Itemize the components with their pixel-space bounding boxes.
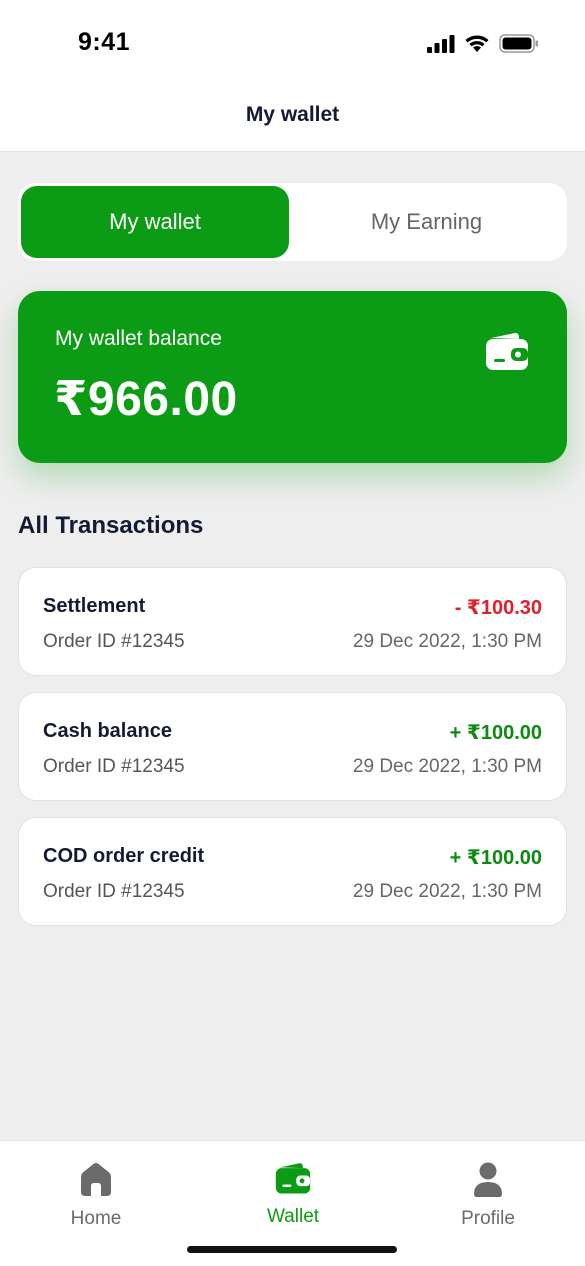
nav-profile-label: Profile <box>461 1208 515 1229</box>
transactions-heading: All Transactions <box>18 512 204 539</box>
balance-amount: ₹966.00 <box>54 373 238 426</box>
transaction-title: COD order credit <box>43 845 205 867</box>
signal-icon <box>427 34 455 53</box>
transaction-amount: + ₹100.00 <box>449 722 542 744</box>
nav-wallet[interactable]: Wallet <box>233 1161 353 1228</box>
nav-home-label: Home <box>70 1208 122 1229</box>
page-title: My wallet <box>245 102 340 126</box>
transaction-date: 29 Dec 2022, 1:30 PM <box>352 881 542 902</box>
wallet-icon <box>275 1163 311 1194</box>
transaction-amount: - ₹100.30 <box>454 597 542 619</box>
transaction-amount: + ₹100.00 <box>449 847 542 869</box>
tab-my-earning[interactable]: My Earning <box>289 186 564 258</box>
page-header: My wallet <box>0 80 585 152</box>
transaction-order-id: Order ID #12345 <box>43 881 185 902</box>
home-icon <box>81 1163 111 1196</box>
transaction-date: 29 Dec 2022, 1:30 PM <box>352 631 542 652</box>
wallet-balance-card: My wallet balance ₹966.00 <box>18 291 567 463</box>
wallet-icon <box>486 332 528 370</box>
transaction-card[interactable]: Settlement - ₹100.30 Order ID #12345 29 … <box>18 567 567 676</box>
transaction-order-id: Order ID #12345 <box>43 756 185 777</box>
nav-wallet-label: Wallet <box>266 1206 320 1227</box>
transaction-title: Cash balance <box>43 720 172 742</box>
transaction-card[interactable]: Cash balance + ₹100.00 Order ID #12345 2… <box>18 692 567 801</box>
transaction-list: Settlement - ₹100.30 Order ID #12345 29 … <box>18 567 567 942</box>
transaction-card[interactable]: COD order credit + ₹100.00 Order ID #123… <box>18 817 567 926</box>
transaction-date: 29 Dec 2022, 1:30 PM <box>352 756 542 777</box>
transaction-order-id: Order ID #12345 <box>43 631 185 652</box>
home-indicator <box>187 1246 397 1253</box>
profile-icon <box>474 1162 502 1197</box>
tab-my-wallet[interactable]: My wallet <box>21 186 289 258</box>
wifi-icon <box>465 35 489 52</box>
balance-label: My wallet balance <box>55 327 222 350</box>
battery-icon <box>499 34 538 53</box>
status-bar: 9:41 <box>0 0 585 80</box>
status-time: 9:41 <box>78 28 131 56</box>
nav-profile[interactable]: Profile <box>428 1161 548 1230</box>
status-icons <box>427 34 539 53</box>
transaction-title: Settlement <box>43 595 146 617</box>
wallet-tabs: My wallet My Earning <box>18 183 567 261</box>
nav-home[interactable]: Home <box>36 1161 156 1230</box>
